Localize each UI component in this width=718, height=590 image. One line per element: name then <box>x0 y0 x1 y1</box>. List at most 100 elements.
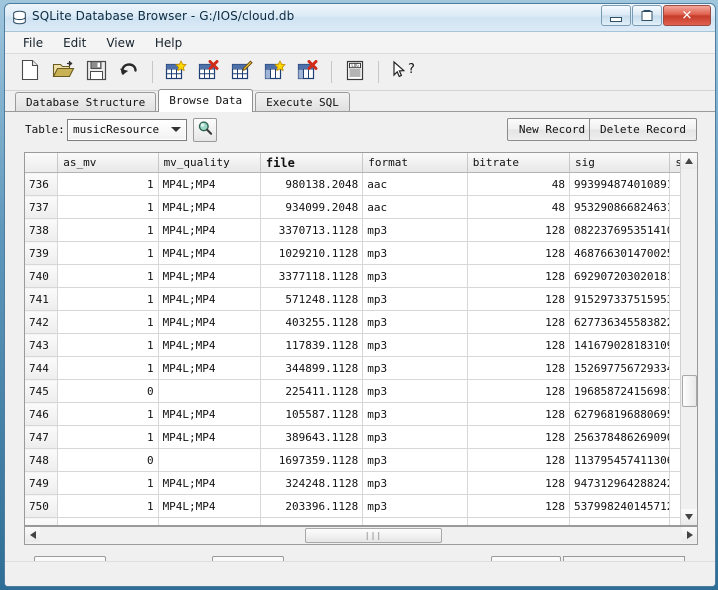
cell-format[interactable]: mp3 <box>363 334 467 357</box>
cell-bitrate[interactable]: 128 <box>467 311 569 334</box>
cell-as_mv[interactable]: 1 <box>58 357 158 380</box>
cell-sig[interactable]: 9473129642882425 <box>570 472 670 495</box>
cell-bitrate[interactable]: 128 <box>467 518 569 527</box>
cell-bitrate[interactable]: 128 <box>467 426 569 449</box>
row-header-cell[interactable]: 751 <box>25 518 58 527</box>
row-header-cell[interactable]: 740 <box>25 265 58 288</box>
cell-as_mv[interactable]: 1 <box>58 426 158 449</box>
column-header-file[interactable]: file <box>260 153 362 173</box>
cell-bitrate[interactable]: 128 <box>467 495 569 518</box>
cell-as_mv[interactable]: 1 <box>58 196 158 219</box>
table-row[interactable]: 7401MP4L;MP43377118.1128mp31286929072030… <box>25 265 697 288</box>
cell-mv_quality[interactable]: MP4L;MP4 <box>158 311 260 334</box>
cell-format[interactable]: mp3 <box>363 311 467 334</box>
column-header-mv-quality[interactable]: mv_quality <box>158 153 260 173</box>
help-button[interactable]: ? <box>387 57 417 87</box>
cell-format[interactable]: aac <box>363 196 467 219</box>
menu-item-file[interactable]: File <box>13 34 53 52</box>
cell-bitrate[interactable]: 128 <box>467 242 569 265</box>
row-header-cell[interactable]: 739 <box>25 242 58 265</box>
table-row[interactable]: 7431MP4L;MP4117839.1128mp312814167902818… <box>25 334 697 357</box>
row-header-cell[interactable]: 747 <box>25 426 58 449</box>
row-header-cell[interactable]: 750 <box>25 495 58 518</box>
new-record-button[interactable]: New Record <box>507 118 597 141</box>
cell-as_mv[interactable]: 1 <box>58 265 158 288</box>
cell-bitrate[interactable]: 128 <box>467 219 569 242</box>
cell-mv_quality[interactable]: MP4L;MP4 <box>158 357 260 380</box>
tab-browse-data[interactable]: Browse Data <box>158 89 253 112</box>
column-header-rownum[interactable] <box>25 153 58 173</box>
cell-sig[interactable]: 9532908668246319 <box>570 196 670 219</box>
cell-mv_quality[interactable]: MP4L;MP4 <box>158 196 260 219</box>
cell-mv_quality[interactable]: MP4L;MP4 <box>158 242 260 265</box>
cell-file[interactable]: 571248.1128 <box>260 288 362 311</box>
save-button[interactable] <box>81 57 111 87</box>
cell-format[interactable]: mp3 <box>363 357 467 380</box>
cell-file[interactable]: 344899.1128 <box>260 357 362 380</box>
cell-as_mv[interactable]: 1 <box>58 288 158 311</box>
cell-sig[interactable]: 9939948740108916 <box>570 173 670 196</box>
tab-database-structure[interactable]: Database Structure <box>15 92 156 113</box>
scroll-up-icon[interactable] <box>681 153 697 169</box>
table-row[interactable]: 7461MP4L;MP4105587.1128mp312862796819688… <box>25 403 697 426</box>
cell-bitrate[interactable]: 128 <box>467 357 569 380</box>
cell-file[interactable]: 3370713.1128 <box>260 219 362 242</box>
cell-file[interactable]: 389643.1128 <box>260 426 362 449</box>
cell-mv_quality[interactable]: MP4L;MP4 <box>158 288 260 311</box>
cell-file[interactable]: 324248.1128 <box>260 472 362 495</box>
cell-mv_quality[interactable]: MP4L;MP4 <box>158 495 260 518</box>
cell-bitrate[interactable]: 48 <box>467 173 569 196</box>
cell-format[interactable]: aac <box>363 173 467 196</box>
cell-file[interactable]: 225411.1128 <box>260 380 362 403</box>
horizontal-scroll-thumb[interactable]: ||| <box>305 528 442 543</box>
minimize-button[interactable] <box>601 5 631 26</box>
row-header-cell[interactable]: 749 <box>25 472 58 495</box>
cell-format[interactable]: mp3 <box>363 380 467 403</box>
cell-mv_quality[interactable] <box>158 380 260 403</box>
row-header-cell[interactable]: 736 <box>25 173 58 196</box>
cell-mv_quality[interactable] <box>158 449 260 472</box>
cell-sig[interactable]: 6929072030201814 <box>570 265 670 288</box>
cell-as_mv[interactable]: 0 <box>58 380 158 403</box>
cell-format[interactable]: mp3 <box>363 449 467 472</box>
table-row[interactable]: 7450225411.1128mp31281968587241569816 <box>25 380 697 403</box>
scroll-down-icon[interactable] <box>681 509 697 525</box>
cell-file[interactable]: 934099.2048 <box>260 196 362 219</box>
table-row[interactable]: 7421MP4L;MP4403255.1128mp312862773634558… <box>25 311 697 334</box>
cell-sig[interactable]: 0822376953514105 <box>570 219 670 242</box>
grid-horizontal-scrollbar[interactable]: ||| <box>24 526 698 545</box>
cell-sig[interactable]: 2563784862690901 <box>570 426 670 449</box>
cell-sig[interactable]: 6279681968806957 <box>570 403 670 426</box>
cell-bitrate[interactable]: 128 <box>467 380 569 403</box>
table-row[interactable]: 7471MP4L;MP4389643.1128mp312825637848626… <box>25 426 697 449</box>
cell-sig[interactable]: 1137954574113062 <box>570 449 670 472</box>
cell-as_mv[interactable]: 1 <box>58 518 158 527</box>
cell-sig[interactable]: 5379982401457125 <box>570 495 670 518</box>
modify-table-button[interactable] <box>227 57 257 87</box>
cell-file[interactable]: 117839.1128 <box>260 334 362 357</box>
cell-mv_quality[interactable]: MP4L;MP4 <box>158 173 260 196</box>
cell-as_mv[interactable]: 1 <box>58 173 158 196</box>
cell-mv_quality[interactable]: MP4L;MP4 <box>158 518 260 527</box>
new-database-button[interactable] <box>15 57 45 87</box>
maximize-button[interactable] <box>632 5 662 26</box>
cell-as_mv[interactable]: 1 <box>58 242 158 265</box>
table-row[interactable]: 7361MP4L;MP4980138.2048aac48993994874010… <box>25 173 697 196</box>
cell-bitrate[interactable]: 128 <box>467 288 569 311</box>
open-database-button[interactable] <box>48 57 78 87</box>
cell-sig[interactable]: 4687663014700251 <box>570 242 670 265</box>
cell-as_mv[interactable]: 1 <box>58 495 158 518</box>
cell-bitrate[interactable]: 128 <box>467 265 569 288</box>
table-row[interactable]: 7441MP4L;MP4344899.1128mp312815269775672… <box>25 357 697 380</box>
row-header-cell[interactable]: 743 <box>25 334 58 357</box>
column-header-bitrate[interactable]: bitrate <box>467 153 569 173</box>
data-grid[interactable]: as_mv mv_quality file format bitrate sig… <box>24 152 698 526</box>
cell-file[interactable]: 3377118.1128 <box>260 265 362 288</box>
cell-bitrate[interactable]: 128 <box>467 472 569 495</box>
row-header-cell[interactable]: 748 <box>25 449 58 472</box>
search-button[interactable] <box>193 118 217 142</box>
delete-index-button[interactable] <box>293 57 323 87</box>
cell-file[interactable]: 105587.1128 <box>260 403 362 426</box>
cell-bitrate[interactable]: 128 <box>467 403 569 426</box>
menu-item-view[interactable]: View <box>96 34 144 52</box>
